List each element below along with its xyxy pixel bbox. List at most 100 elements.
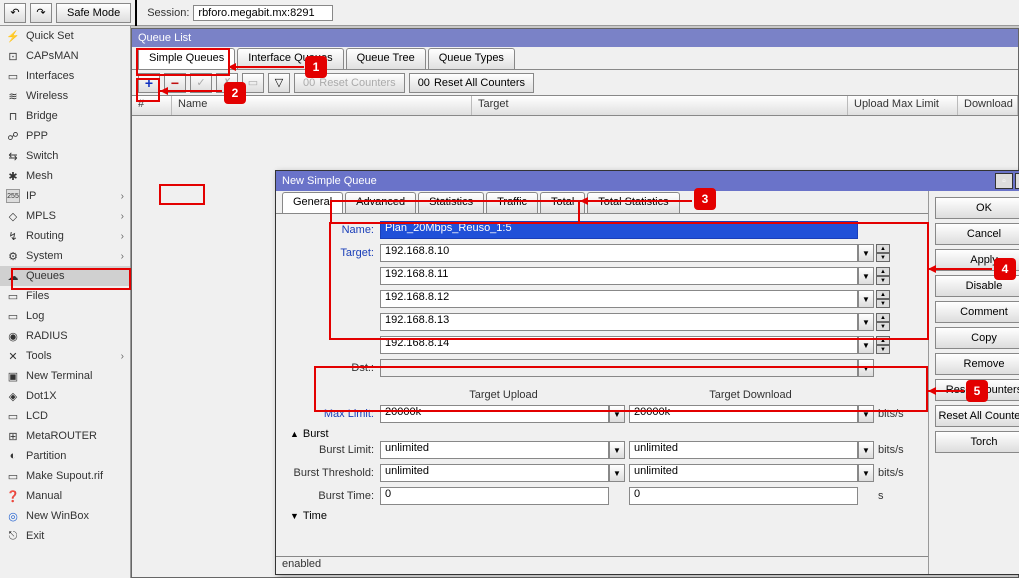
target-input-2[interactable]: 192.168.8.12 bbox=[380, 290, 858, 308]
tab-simple-queues[interactable]: Simple Queues bbox=[138, 48, 235, 69]
spin-up-icon[interactable]: ▲ bbox=[876, 290, 890, 299]
tab-total[interactable]: Total bbox=[540, 192, 585, 213]
sidebar-item-manual[interactable]: ❓Manual bbox=[0, 486, 130, 506]
dropdown-icon[interactable]: ▼ bbox=[858, 464, 874, 482]
dropdown-icon[interactable]: ▼ bbox=[858, 313, 874, 331]
tab-advanced[interactable]: Advanced bbox=[345, 192, 416, 213]
target-input-1[interactable]: 192.168.8.11 bbox=[380, 267, 858, 285]
sidebar-item-system[interactable]: ⚙System bbox=[0, 246, 130, 266]
minimize-button[interactable]: ▫ bbox=[995, 173, 1013, 189]
sidebar-item-mesh[interactable]: ✱Mesh bbox=[0, 166, 130, 186]
max-limit-up-input[interactable]: 20000k bbox=[380, 405, 609, 423]
max-limit-down-input[interactable]: 20000k bbox=[629, 405, 858, 423]
comment-button[interactable]: Comment bbox=[935, 301, 1019, 323]
dropdown-icon[interactable]: ▼ bbox=[609, 441, 625, 459]
sidebar-item-mpls[interactable]: ◇MPLS bbox=[0, 206, 130, 226]
burst-limit-down-input[interactable]: unlimited bbox=[629, 441, 858, 459]
sidebar-item-supout[interactable]: ▭Make Supout.rif bbox=[0, 466, 130, 486]
sidebar-item-dot1x[interactable]: ◈Dot1X bbox=[0, 386, 130, 406]
sidebar-item-ppp[interactable]: ☍PPP bbox=[0, 126, 130, 146]
add-button[interactable]: + bbox=[138, 73, 160, 93]
sidebar-item-queues[interactable]: ☁Queues bbox=[0, 266, 130, 286]
sidebar-item-routing[interactable]: ↯Routing bbox=[0, 226, 130, 246]
col-download[interactable]: Download bbox=[958, 96, 1018, 115]
dropdown-icon[interactable]: ▼ bbox=[858, 244, 874, 262]
sidebar-item-lcd[interactable]: ▭LCD bbox=[0, 406, 130, 426]
sidebar-item-quickset[interactable]: ⚡Quick Set bbox=[0, 26, 130, 46]
reset-all-counters-button[interactable]: Reset All Counters bbox=[935, 405, 1019, 427]
col-name[interactable]: Name bbox=[172, 96, 472, 115]
sidebar-item-wireless[interactable]: ≋Wireless bbox=[0, 86, 130, 106]
col-target[interactable]: Target bbox=[472, 96, 848, 115]
spin-up-icon[interactable]: ▲ bbox=[876, 313, 890, 322]
sidebar-item-label: Quick Set bbox=[26, 30, 74, 42]
spin-up-icon[interactable]: ▲ bbox=[876, 336, 890, 345]
tab-queue-types[interactable]: Queue Types bbox=[428, 48, 515, 69]
sidebar-item-metarouter[interactable]: ⊞MetaROUTER bbox=[0, 426, 130, 446]
dropdown-icon[interactable]: ▼ bbox=[858, 290, 874, 308]
time-section-toggle[interactable]: ▼Time bbox=[290, 510, 914, 522]
sidebar-item-tools[interactable]: ✕Tools bbox=[0, 346, 130, 366]
copy-button[interactable]: Copy bbox=[935, 327, 1019, 349]
tab-statistics[interactable]: Statistics bbox=[418, 192, 484, 213]
sidebar-item-ip[interactable]: 255IP bbox=[0, 186, 130, 206]
dropdown-icon[interactable]: ▼ bbox=[858, 336, 874, 354]
burst-threshold-down-input[interactable]: unlimited bbox=[629, 464, 858, 482]
col-upload[interactable]: Upload Max Limit bbox=[848, 96, 958, 115]
sidebar-item-radius[interactable]: ◉RADIUS bbox=[0, 326, 130, 346]
remove-button[interactable]: Remove bbox=[935, 353, 1019, 375]
col-num[interactable]: # bbox=[132, 96, 172, 115]
cancel-button[interactable]: Cancel bbox=[935, 223, 1019, 245]
dropdown-icon[interactable]: ▼ bbox=[858, 441, 874, 459]
sidebar-item-newwinbox[interactable]: ◎New WinBox bbox=[0, 506, 130, 526]
redo-button[interactable]: ↷ bbox=[30, 3, 52, 23]
sidebar-item-log[interactable]: ▭Log bbox=[0, 306, 130, 326]
terminal-icon: ▣ bbox=[6, 369, 20, 383]
sidebar-item-files[interactable]: ▭Files bbox=[0, 286, 130, 306]
torch-button[interactable]: Torch bbox=[935, 431, 1019, 453]
burst-time-down-input[interactable]: 0 bbox=[629, 487, 858, 505]
sidebar-item-switch[interactable]: ⇆Switch bbox=[0, 146, 130, 166]
undo-button[interactable]: ↶ bbox=[4, 3, 26, 23]
counter-prefix: 00 bbox=[303, 77, 315, 89]
sidebar-item-interfaces[interactable]: ▭Interfaces bbox=[0, 66, 130, 86]
sidebar-item-newterminal[interactable]: ▣New Terminal bbox=[0, 366, 130, 386]
bridge-icon: ⊓ bbox=[6, 109, 20, 123]
tab-general[interactable]: General bbox=[282, 192, 343, 213]
spin-up-icon[interactable]: ▲ bbox=[876, 267, 890, 276]
spin-down-icon[interactable]: ▼ bbox=[876, 299, 890, 308]
sidebar-item-label: MPLS bbox=[26, 210, 56, 222]
safe-mode-button[interactable]: Safe Mode bbox=[56, 3, 131, 23]
dropdown-icon[interactable]: ▼ bbox=[858, 405, 874, 423]
burst-threshold-up-input[interactable]: unlimited bbox=[380, 464, 609, 482]
spin-down-icon[interactable]: ▼ bbox=[876, 253, 890, 262]
sidebar-item-label: Dot1X bbox=[26, 390, 57, 402]
sidebar-item-exit[interactable]: ⎋Exit bbox=[0, 526, 130, 546]
dropdown-icon[interactable]: ▼ bbox=[858, 267, 874, 285]
sidebar-item-capsman[interactable]: ⊡CAPsMAN bbox=[0, 46, 130, 66]
spin-down-icon[interactable]: ▼ bbox=[876, 345, 890, 354]
close-button[interactable]: ✕ bbox=[1015, 173, 1019, 189]
filter-button[interactable]: ▽ bbox=[268, 73, 290, 93]
dropdown-icon[interactable]: ▼ bbox=[609, 405, 625, 423]
target-input-4[interactable]: 192.168.8.14 bbox=[380, 336, 858, 354]
burst-section-toggle[interactable]: ▲Burst bbox=[290, 428, 914, 440]
burst-time-up-input[interactable]: 0 bbox=[380, 487, 609, 505]
target-input-3[interactable]: 192.168.8.13 bbox=[380, 313, 858, 331]
name-input[interactable]: Plan_20Mbps_Reuso_1:5 bbox=[380, 221, 858, 239]
tab-queue-tree[interactable]: Queue Tree bbox=[346, 48, 426, 69]
burst-limit-up-input[interactable]: unlimited bbox=[380, 441, 609, 459]
sidebar-item-partition[interactable]: ◐Partition bbox=[0, 446, 130, 466]
dropdown-icon[interactable]: ▼ bbox=[609, 464, 625, 482]
reset-all-counters-button[interactable]: 00Reset All Counters bbox=[409, 73, 534, 93]
target-input-0[interactable]: 192.168.8.10 bbox=[380, 244, 858, 262]
dialog-titlebar[interactable]: New Simple Queue ▫ ✕ bbox=[276, 171, 1019, 191]
spin-down-icon[interactable]: ▼ bbox=[876, 322, 890, 331]
spin-up-icon[interactable]: ▲ bbox=[876, 244, 890, 253]
spin-down-icon[interactable]: ▼ bbox=[876, 276, 890, 285]
tab-traffic[interactable]: Traffic bbox=[486, 192, 538, 213]
ok-button[interactable]: OK bbox=[935, 197, 1019, 219]
expand-icon[interactable]: ▼ bbox=[858, 359, 874, 377]
dst-input[interactable] bbox=[380, 359, 858, 377]
sidebar-item-bridge[interactable]: ⊓Bridge bbox=[0, 106, 130, 126]
